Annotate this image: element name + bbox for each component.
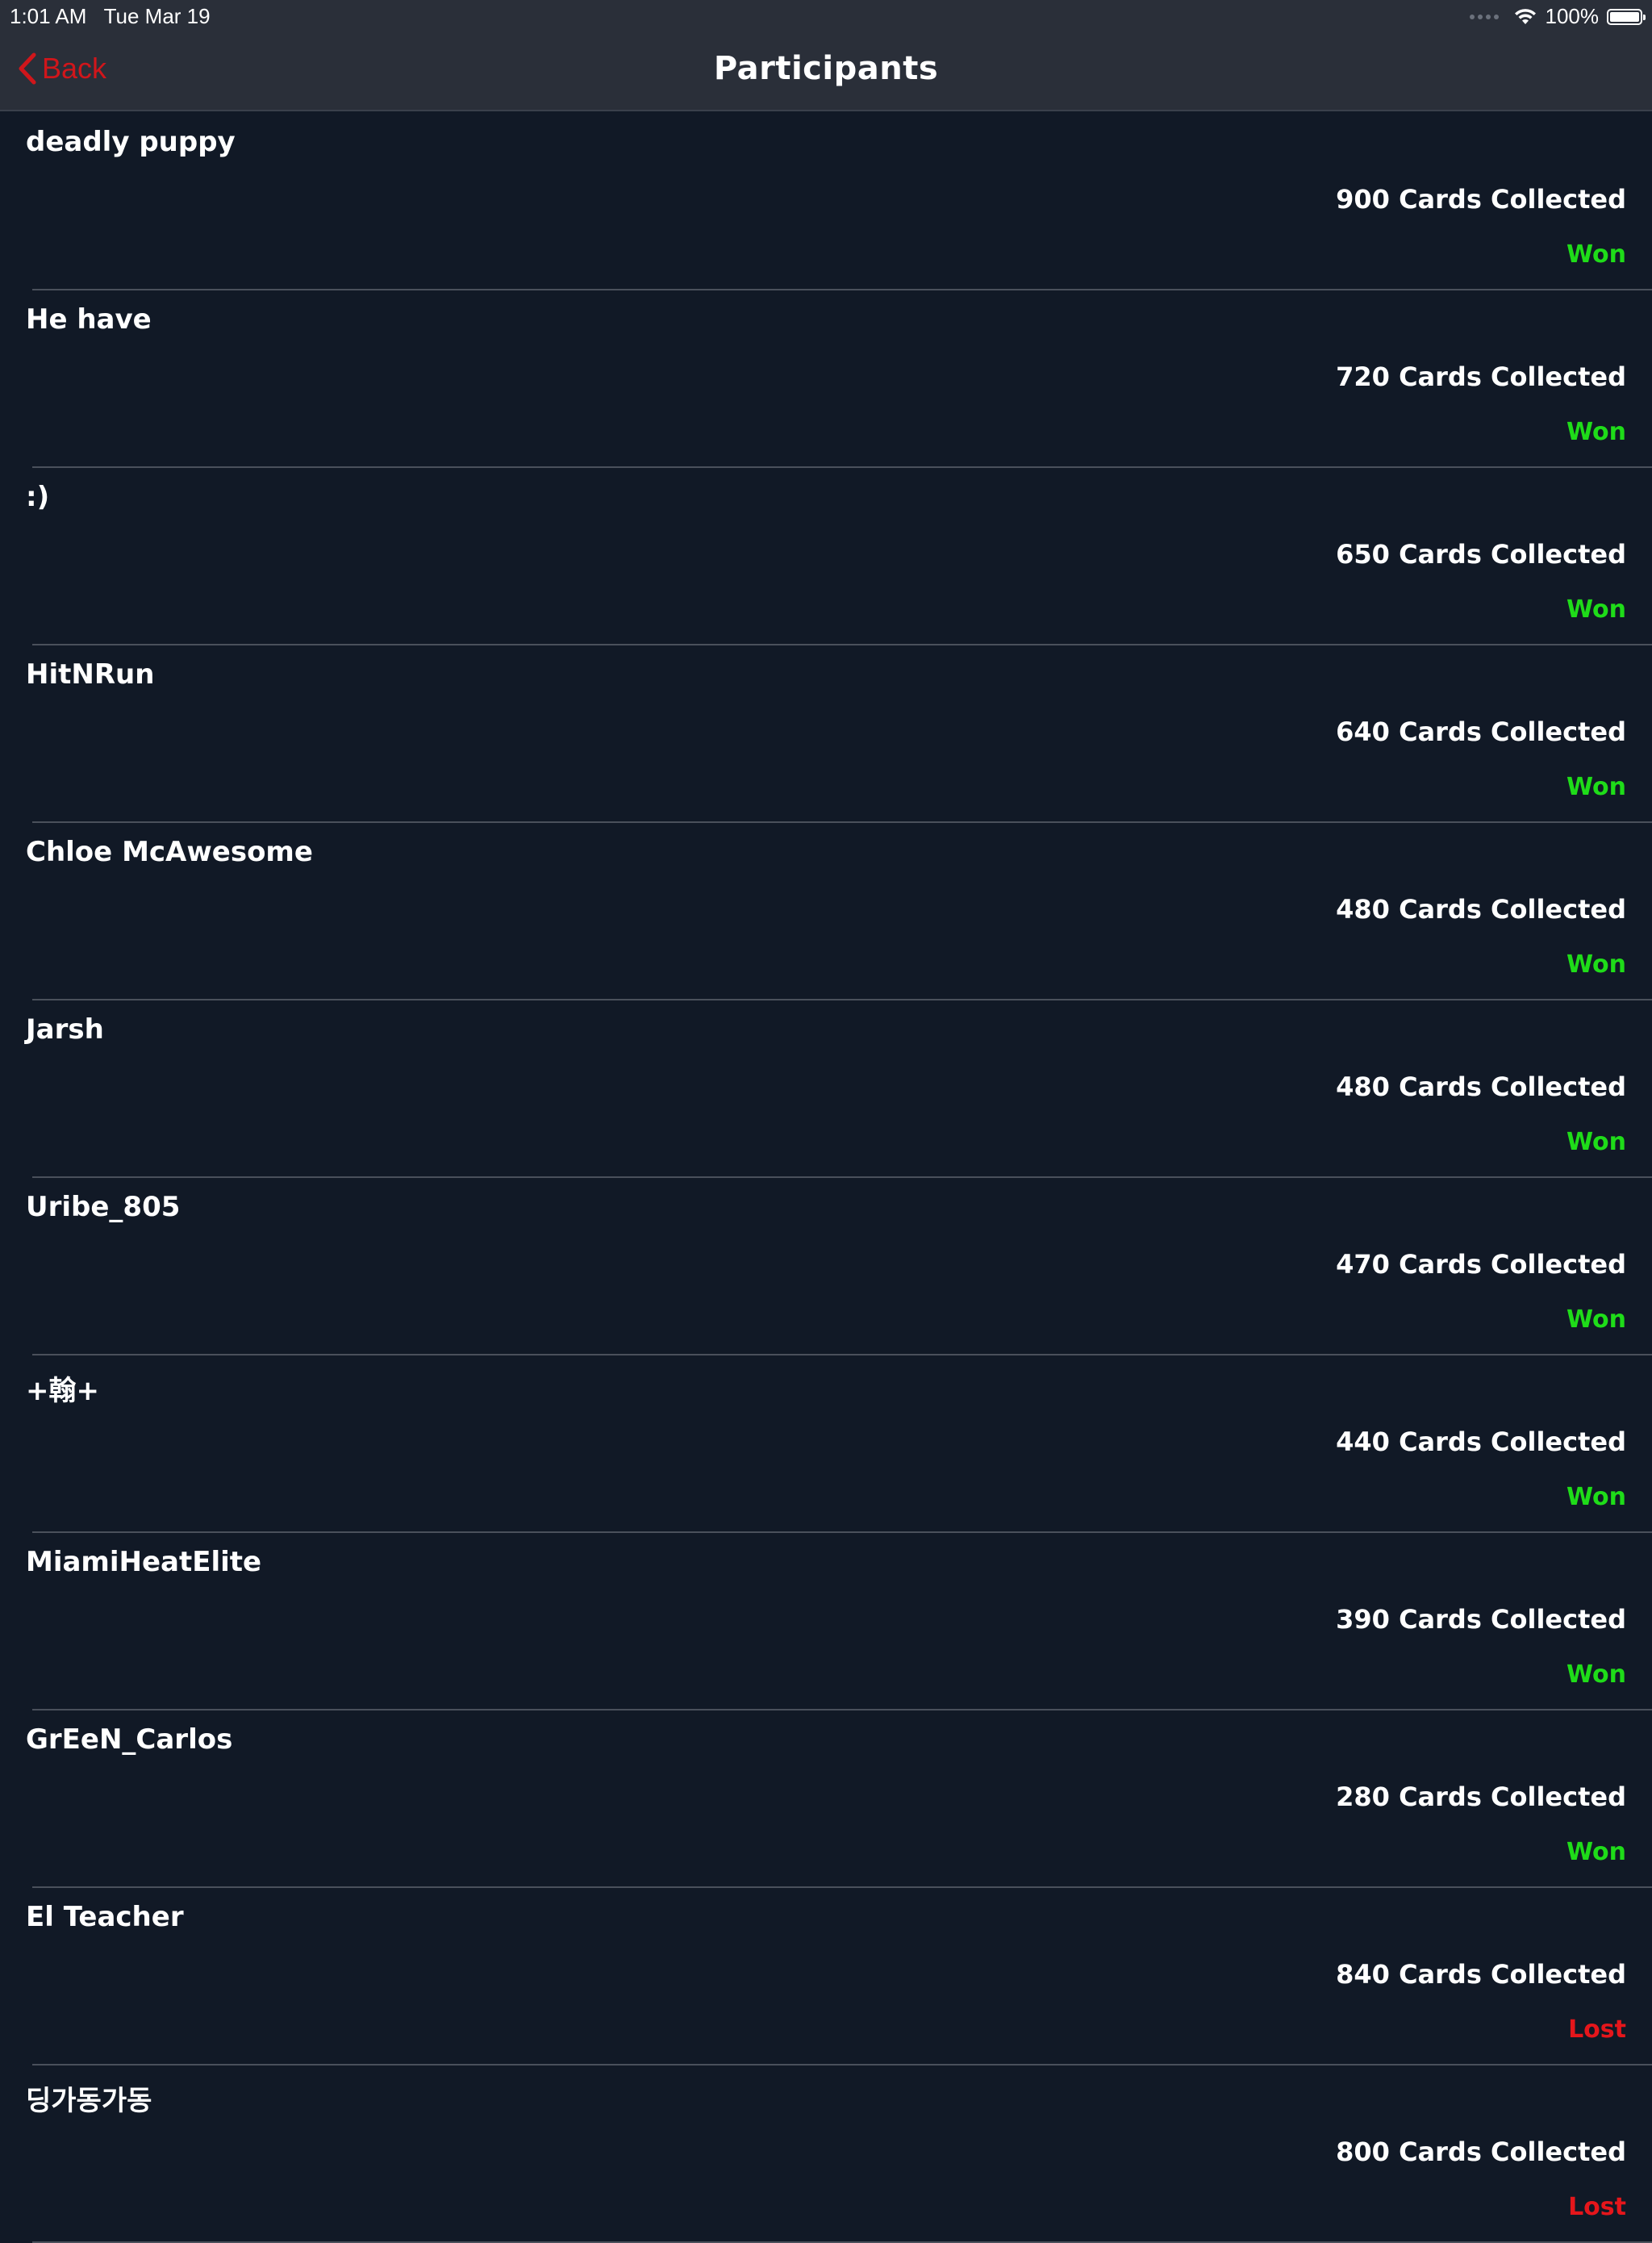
participant-row[interactable]: Uribe_805 470 Cards Collected Won: [0, 1178, 1652, 1355]
participants-list[interactable]: deadly puppy 900 Cards Collected Won He hav…: [0, 113, 1652, 2243]
cards-collected: 280 Cards Collected: [1336, 1781, 1626, 1812]
result-status: Won: [1566, 240, 1626, 269]
status-date: Tue Mar 19: [103, 4, 211, 28]
participant-row[interactable]: HitNRun 640 Cards Collected Won: [0, 645, 1652, 823]
status-bar: 1:01 AM Tue Mar 19 100%: [0, 0, 1652, 34]
cards-collected: 390 Cards Collected: [1336, 1604, 1626, 1635]
participant-name: GrEeN_Carlos: [26, 1723, 233, 1756]
cards-collected: 470 Cards Collected: [1336, 1249, 1626, 1280]
participant-name: Uribe_805: [26, 1191, 181, 1223]
participant-row[interactable]: :) 650 Cards Collected Won: [0, 468, 1652, 645]
cards-collected: 480 Cards Collected: [1336, 894, 1626, 925]
participant-row[interactable]: He have 720 Cards Collected Won: [0, 290, 1652, 468]
participant-row[interactable]: MiamiHeatElite 390 Cards Collected Won: [0, 1533, 1652, 1710]
result-status: Won: [1566, 950, 1626, 979]
participant-name: +翰+: [26, 1375, 99, 1407]
participant-row[interactable]: +翰+ 440 Cards Collected Won: [0, 1355, 1652, 1533]
participant-name: Chloe McAwesome: [26, 836, 313, 868]
participant-row[interactable]: Jarsh 480 Cards Collected Won: [0, 1000, 1652, 1178]
participant-row[interactable]: GrEeN_Carlos 280 Cards Collected Won: [0, 1710, 1652, 1888]
signal-icon: [1469, 14, 1499, 19]
result-status: Won: [1566, 1838, 1626, 1866]
result-status: Won: [1566, 1660, 1626, 1689]
participant-name: El Teacher: [26, 1901, 184, 1933]
cards-collected: 840 Cards Collected: [1336, 1959, 1626, 1990]
page-title: Participants: [713, 50, 939, 87]
status-indicators: 100%: [1469, 4, 1646, 29]
result-status: Lost: [1568, 2193, 1626, 2221]
participant-name: He have: [26, 303, 152, 336]
cards-collected: 440 Cards Collected: [1336, 1426, 1626, 1457]
result-status: Lost: [1568, 2015, 1626, 2044]
participant-name: HitNRun: [26, 658, 155, 691]
cards-collected: 720 Cards Collected: [1336, 361, 1626, 392]
battery-percent: 100%: [1545, 4, 1600, 28]
participant-name: Jarsh: [26, 1013, 104, 1046]
cards-collected: 640 Cards Collected: [1336, 716, 1626, 747]
participant-row[interactable]: 딩가동가동 800 Cards Collected Lost: [0, 2065, 1652, 2243]
result-status: Won: [1566, 418, 1626, 446]
navigation-bar: Back Participants: [0, 34, 1652, 111]
result-status: Won: [1566, 1305, 1626, 1334]
participant-row[interactable]: Chloe McAwesome 480 Cards Collected Won: [0, 823, 1652, 1000]
participant-row[interactable]: deadly puppy 900 Cards Collected Won: [0, 113, 1652, 290]
result-status: Won: [1566, 595, 1626, 624]
battery-icon: [1607, 8, 1646, 25]
participant-row[interactable]: El Teacher 840 Cards Collected Lost: [0, 1888, 1652, 2065]
participant-name: 딩가동가동: [26, 2085, 152, 2117]
cards-collected: 900 Cards Collected: [1336, 184, 1626, 215]
cards-collected: 650 Cards Collected: [1336, 539, 1626, 570]
wifi-icon: [1514, 8, 1536, 24]
participant-name: deadly puppy: [26, 126, 236, 158]
cards-collected: 800 Cards Collected: [1336, 2136, 1626, 2167]
cards-collected: 480 Cards Collected: [1336, 1071, 1626, 1102]
status-time-date: 1:01 AM Tue Mar 19: [10, 4, 211, 29]
participant-name: :): [26, 481, 50, 513]
result-status: Won: [1566, 773, 1626, 801]
result-status: Won: [1566, 1128, 1626, 1156]
participant-name: MiamiHeatElite: [26, 1546, 262, 1578]
result-status: Won: [1566, 1483, 1626, 1511]
status-time: 1:01 AM: [10, 4, 87, 28]
